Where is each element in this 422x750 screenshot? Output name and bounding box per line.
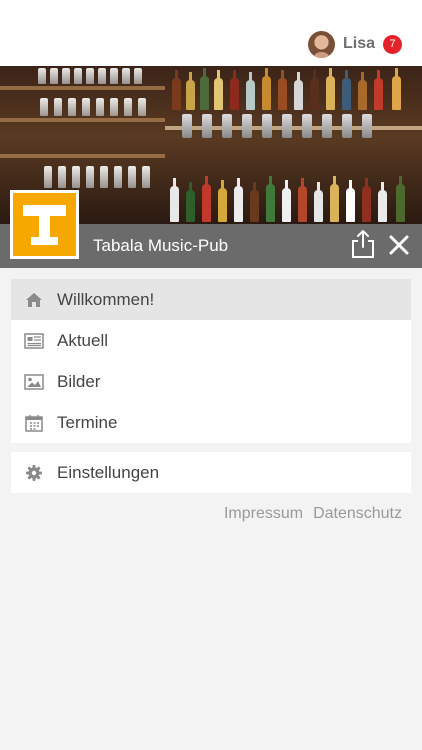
user-avatar[interactable] [307,30,335,58]
menu-item-bilder[interactable]: Bilder [11,361,411,402]
share-icon [352,230,374,258]
menu-item-label: Bilder [57,371,101,391]
menu-item-einstellungen[interactable]: Einstellungen [11,452,411,493]
close-icon [389,235,409,255]
top-bar: Lisa 7 [0,0,422,66]
user-menu[interactable]: Lisa 7 [307,30,402,58]
pub-logo [10,190,79,259]
home-icon [11,292,57,308]
share-button[interactable] [350,229,376,259]
calendar-icon [11,414,57,432]
settings-menu: Einstellungen [11,452,411,493]
user-name[interactable]: Lisa [343,35,375,53]
menu-item-label: Aktuell [57,330,109,350]
image-icon [11,373,57,390]
gear-icon [11,464,57,482]
menu-item-label: Willkommen! [57,289,155,309]
close-button[interactable] [386,232,412,258]
menu-item-aktuell[interactable]: Aktuell [11,320,411,361]
newspaper-icon [11,332,57,349]
main-menu: Willkommen! Aktuell Bilder Termine [11,279,411,443]
menu-item-label: Termine [57,412,118,432]
menu-item-termine[interactable]: Termine [11,402,411,443]
menu-item-willkommen[interactable]: Willkommen! [11,279,411,320]
impressum-link[interactable]: Impressum [224,505,303,523]
menu-item-label: Einstellungen [57,462,160,482]
footer-links: Impressum Datenschutz [224,505,402,523]
datenschutz-link[interactable]: Datenschutz [313,505,402,523]
notification-badge[interactable]: 7 [383,34,402,54]
page-title: Tabala Music-Pub [93,236,229,255]
